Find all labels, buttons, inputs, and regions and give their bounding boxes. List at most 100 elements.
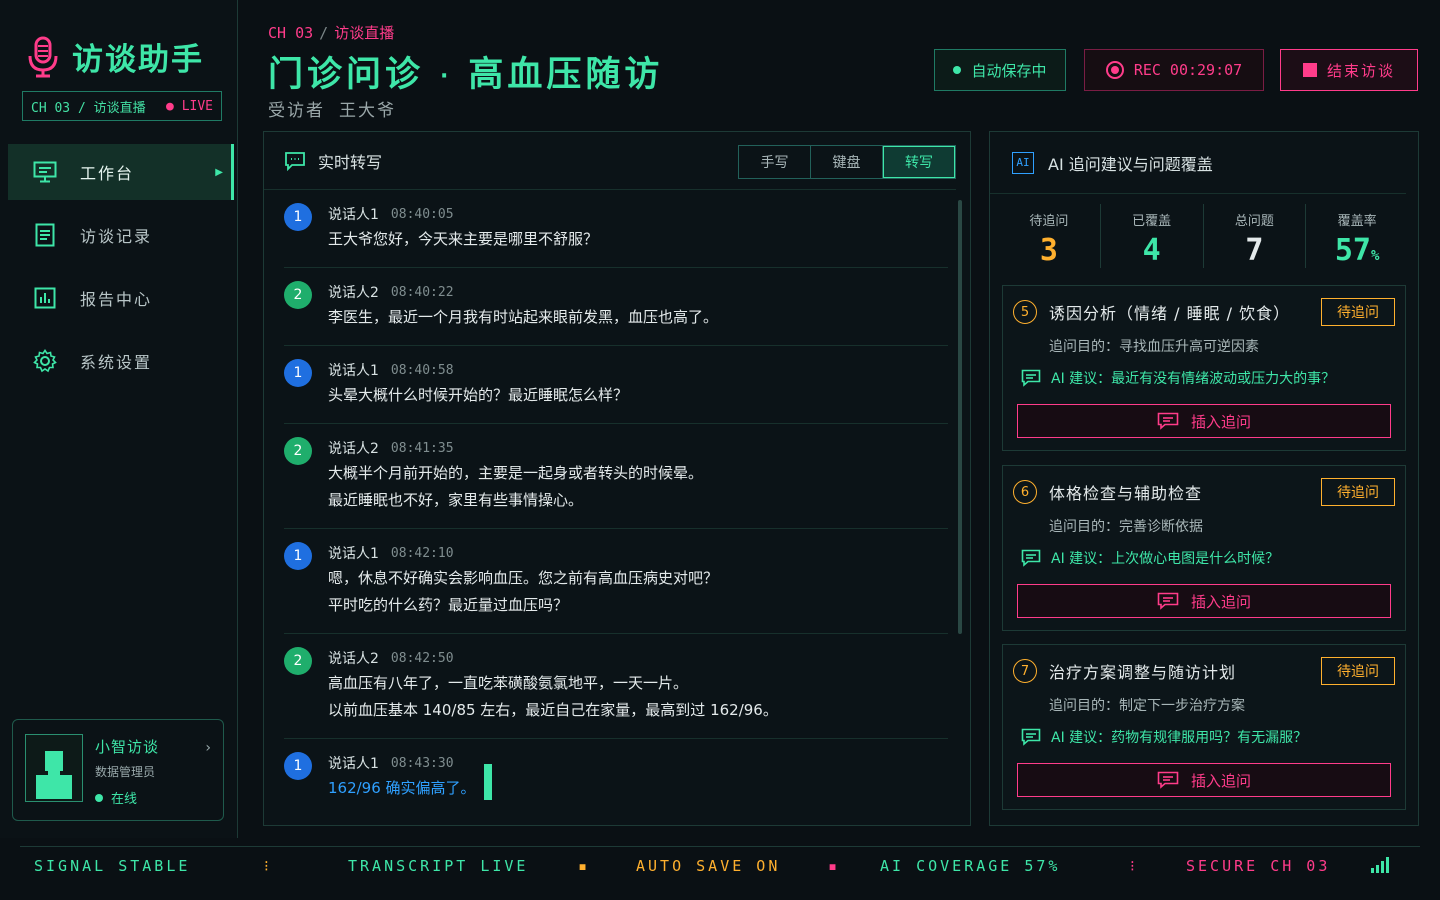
stat-label: 覆盖率: [1337, 214, 1377, 229]
question-purpose: 追问目的：制定下一步治疗方案: [1049, 698, 1245, 714]
status-separator-icon: ⁝: [1130, 857, 1138, 875]
message-text: 李医生，最近一个月我有时站起来眼前发黑，血压也高了。: [328, 308, 719, 326]
message-time: 08:40:58: [390, 362, 454, 378]
sidebar-item-label: 系统设置: [80, 353, 153, 372]
message-list: 1 说话人1 08:40:05 王大爷您好，今天来主要是哪里不舒服？ 2 说话人2…: [284, 200, 948, 826]
insert-comment-icon: [1157, 771, 1179, 789]
input-mode-switch: 手写 键盘 转写: [738, 145, 956, 179]
sidebar: 访谈助手 CH 03 / 访谈直播 ● LIVE 工作台 ▶ 访谈记录 报告中心: [0, 0, 238, 838]
status-badge: 待追问: [1321, 657, 1395, 685]
message-time: 08:40:05: [390, 206, 454, 222]
stat-value: 3: [1039, 233, 1058, 268]
status-transcript: TRANSCRIPT LIVE: [348, 857, 529, 875]
message-text: 最近睡眠也不好，家里有些事情操心。: [328, 491, 584, 509]
stat-label: 已覆盖: [1132, 214, 1172, 229]
message-text: 王大爷您好，今天来主要是哪里不舒服？: [328, 230, 599, 248]
comment-icon: [1021, 369, 1041, 387]
insert-question-label: 插入追问: [1190, 592, 1251, 611]
user-card[interactable]: 小智访谈 数据管理员 在线 ›: [12, 719, 224, 821]
app-logo: 访谈助手: [26, 34, 204, 79]
stat-value: 7: [1245, 233, 1264, 268]
transcript-scrollbar[interactable]: [958, 200, 962, 634]
message-text: 头晕大概什么时候开始的？最近睡眠怎么样？: [328, 386, 629, 404]
sidebar-item-settings[interactable]: 系统设置: [8, 333, 234, 389]
mode-handwrite[interactable]: 手写: [739, 146, 811, 178]
message-item: 2 说话人2 08:41:35 大概半个月前开始的，主要是一起身或者转头的时候晕。…: [284, 434, 948, 529]
question-purpose: 追问目的：完善诊断依据: [1049, 519, 1203, 535]
message-item-live: 1 说话人1 08:43:30 162/96 确实偏高了。: [284, 749, 948, 816]
speaker-avatar: 1: [284, 359, 312, 387]
record-icon: [1105, 61, 1124, 79]
message-item: 1 说话人1 08:40:05 王大爷您好，今天来主要是哪里不舒服？: [284, 200, 948, 268]
message-text: 嗯，休息不好确实会影响血压。您之前有高血压病史对吧？: [328, 569, 719, 587]
interviewee-label: 受访者: [268, 101, 325, 121]
breadcrumb-page: 访谈直播: [334, 24, 395, 42]
breadcrumb-separator: /: [319, 24, 329, 42]
ai-suggestion-text: AI 建议：药物有规律服用吗？有无漏服？: [1051, 730, 1308, 746]
end-interview-button[interactable]: 结束访谈: [1280, 49, 1418, 91]
speaker-avatar: 1: [284, 752, 312, 780]
channel-label: CH 03 / 访谈直播: [31, 100, 146, 116]
live-label: LIVE: [181, 98, 213, 114]
stat-pending: 待追问 3: [998, 204, 1101, 268]
transcript-title: 实时转写: [318, 152, 383, 172]
active-arrow-icon: ▶: [215, 166, 225, 178]
speaker-name: 说话人2: [328, 441, 379, 457]
message-text: 大概半个月前开始的，主要是一起身或者转头的时候晕。: [328, 464, 704, 482]
signal-strength-icon: [1371, 857, 1389, 873]
speaker-name: 说话人2: [328, 285, 379, 301]
mode-keyboard[interactable]: 键盘: [811, 146, 883, 178]
message-text-live: 162/96 确实偏高了。: [328, 763, 492, 802]
status-separator-icon: ▪: [828, 857, 841, 875]
insert-question-label: 插入追问: [1190, 412, 1251, 431]
interviewee: 受访者 王大爷: [268, 96, 396, 121]
page-title: 门诊问诊 · 高血压随访: [268, 46, 663, 97]
message-time: 08:41:35: [390, 440, 454, 456]
question-number: 6: [1013, 480, 1037, 504]
speaker-avatar: 2: [284, 437, 312, 465]
recording-button[interactable]: REC 00:29:07: [1084, 49, 1264, 91]
channel-badge: CH 03 / 访谈直播 ● LIVE: [22, 91, 222, 121]
transcript-panel: 实时转写 手写 键盘 转写 1 说话人1 08:40:05 王大爷您好，今天来主要…: [263, 131, 971, 826]
status-separator-icon: ⁝: [264, 857, 272, 875]
title-separator: ·: [440, 63, 453, 89]
ai-suggestion-text: AI 建议：上次做心电图是什么时候？: [1051, 551, 1280, 567]
mode-transcribe[interactable]: 转写: [883, 146, 955, 178]
chat-icon: [285, 151, 305, 171]
question-title: 诱因分析（情绪 / 睡眠 / 饮食）: [1049, 304, 1291, 323]
insert-question-button[interactable]: 插入追问: [1017, 584, 1391, 618]
app-title: 访谈助手: [72, 42, 204, 78]
message-time: 08:40:22: [390, 284, 454, 300]
ai-badge-icon: AI: [1012, 151, 1034, 174]
microphone-icon: [28, 36, 58, 77]
autosave-indicator: 自动保存中: [934, 49, 1066, 91]
speaker-name: 说话人1: [328, 546, 379, 562]
status-badge: 待追问: [1321, 478, 1395, 506]
speaker-avatar: 2: [284, 647, 312, 675]
message-time: 08:42:50: [390, 650, 454, 666]
sidebar-item-reports[interactable]: 报告中心: [8, 270, 234, 326]
message-item: 1 说话人1 08:40:58 头晕大概什么时候开始的？最近睡眠怎么样？: [284, 356, 948, 424]
interviewee-name: 王大爷: [339, 101, 396, 121]
insert-question-button[interactable]: 插入追问: [1017, 404, 1391, 438]
user-name: 小智访谈: [95, 738, 160, 756]
question-purpose: 追问目的：寻找血压升高可逆因素: [1049, 339, 1259, 355]
ai-title: AI 追问建议与问题覆盖: [1048, 154, 1213, 174]
sidebar-item-records[interactable]: 访谈记录: [8, 207, 234, 263]
sidebar-item-label: 访谈记录: [80, 227, 153, 246]
question-card: 7 治疗方案调整与随访计划 待追问 追问目的：制定下一步治疗方案 AI 建议：药…: [1002, 644, 1406, 810]
document-icon: [32, 222, 58, 248]
sidebar-item-workbench[interactable]: 工作台 ▶: [8, 144, 234, 200]
status-bar: SIGNAL STABLE ⁝ TRANSCRIPT LIVE ▪ AUTO S…: [20, 846, 1420, 884]
chevron-right-icon: ›: [205, 740, 211, 756]
stat-label: 总问题: [1234, 214, 1274, 229]
message-item: 2 说话人2 08:42:50 高血压有八年了，一直吃苯磺酸氨氯地平，一天一片。 …: [284, 644, 948, 739]
breadcrumb-channel[interactable]: CH 03: [268, 24, 313, 42]
coverage-unit: %: [1370, 248, 1380, 264]
coverage-value: 57: [1334, 233, 1371, 268]
insert-question-button[interactable]: 插入追问: [1017, 763, 1391, 797]
stop-icon: [1302, 63, 1317, 77]
insert-comment-icon: [1157, 592, 1179, 610]
sidebar-item-label: 报告中心: [80, 290, 153, 309]
status-autosave: AUTO SAVE ON: [636, 857, 781, 875]
